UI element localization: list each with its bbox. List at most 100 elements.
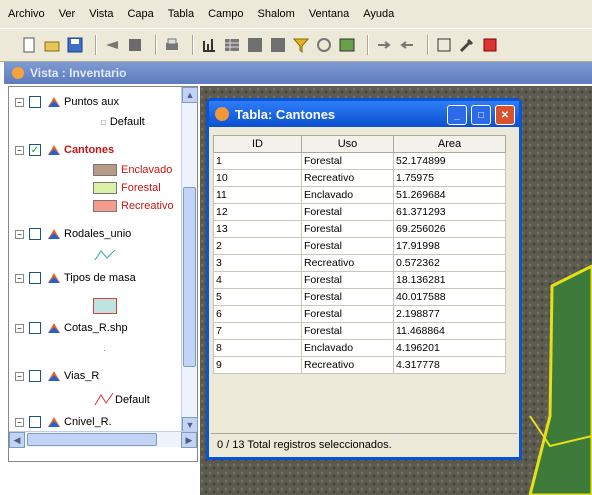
table-row[interactable]: 11 Enclavado 51.269684 bbox=[213, 186, 506, 204]
expand-toggle[interactable]: − bbox=[15, 229, 24, 239]
cell-area[interactable]: 52.174899 bbox=[393, 152, 506, 170]
layer-visibility-checkbox[interactable] bbox=[29, 272, 41, 284]
menu-ver[interactable]: Ver bbox=[59, 8, 76, 20]
cell-area[interactable]: 69.256026 bbox=[393, 220, 506, 238]
cell-area[interactable]: 51.269684 bbox=[393, 186, 506, 204]
cell-id[interactable]: 5 bbox=[213, 288, 302, 306]
layer-icon[interactable] bbox=[126, 36, 144, 54]
cell-uso[interactable]: Forestal bbox=[301, 237, 394, 255]
tools-icon[interactable] bbox=[458, 36, 476, 54]
table-row[interactable]: 10 Recreativo 1.75975 bbox=[213, 169, 506, 187]
expand-toggle[interactable]: − bbox=[15, 323, 24, 333]
layer-visibility-checkbox[interactable] bbox=[29, 228, 41, 240]
scroll-thumb[interactable] bbox=[183, 187, 196, 367]
cell-uso[interactable]: Forestal bbox=[301, 152, 394, 170]
table-row[interactable]: 2 Forestal 17.91998 bbox=[213, 237, 506, 255]
cell-uso[interactable]: Recreativo bbox=[301, 169, 394, 187]
layer-row-cnivel[interactable]: − Cnivel_R. bbox=[15, 413, 112, 431]
cell-area[interactable]: 4.317778 bbox=[393, 356, 506, 374]
horizontal-scrollbar[interactable]: ◀ ▶ bbox=[9, 431, 197, 448]
column-header-area[interactable]: Area bbox=[393, 135, 506, 153]
cell-uso[interactable]: Enclavado bbox=[301, 339, 394, 357]
cell-uso[interactable]: Recreativo bbox=[301, 356, 394, 374]
menu-capa[interactable]: Capa bbox=[127, 8, 153, 20]
layer-row-puntos-aux[interactable]: − Puntos aux bbox=[15, 93, 119, 111]
expand-toggle[interactable]: − bbox=[15, 417, 24, 427]
new-file-icon[interactable] bbox=[20, 36, 38, 54]
cell-id[interactable]: 8 bbox=[213, 339, 302, 357]
layer-visibility-checkbox[interactable] bbox=[29, 96, 41, 108]
cell-id[interactable]: 2 bbox=[213, 237, 302, 255]
table-row[interactable]: 3 Recreativo 0.572362 bbox=[213, 254, 506, 272]
layer-row-tipos-de-masa[interactable]: − Tipos de masa bbox=[15, 269, 136, 287]
menu-shalom[interactable]: Shalom bbox=[258, 8, 295, 20]
expand-toggle[interactable]: − bbox=[15, 273, 24, 283]
grid-icon[interactable] bbox=[246, 36, 264, 54]
maximize-button[interactable]: □ bbox=[471, 105, 491, 125]
chart-icon[interactable] bbox=[200, 36, 218, 54]
table-row[interactable]: 4 Forestal 18.136281 bbox=[213, 271, 506, 289]
table-row[interactable]: 5 Forestal 40.017588 bbox=[213, 288, 506, 306]
layer-row-cantones[interactable]: − ✓ Cantones bbox=[15, 141, 114, 159]
cell-area[interactable]: 61.371293 bbox=[393, 203, 506, 221]
cell-area[interactable]: 4.196201 bbox=[393, 339, 506, 357]
cell-area[interactable]: 0.572362 bbox=[393, 254, 506, 272]
cell-id[interactable]: 10 bbox=[213, 169, 302, 187]
layer-visibility-checkbox[interactable] bbox=[29, 370, 41, 382]
table-icon[interactable] bbox=[223, 36, 241, 54]
cell-uso[interactable]: Forestal bbox=[301, 271, 394, 289]
layer-row-vias[interactable]: − Vias_R bbox=[15, 367, 99, 385]
menu-archivo[interactable]: Archivo bbox=[8, 8, 45, 20]
table-row[interactable]: 9 Recreativo 4.317778 bbox=[213, 356, 506, 374]
menu-vista[interactable]: Vista bbox=[89, 8, 113, 20]
table-row[interactable]: 8 Enclavado 4.196201 bbox=[213, 339, 506, 357]
print-icon[interactable] bbox=[163, 36, 181, 54]
table-row[interactable]: 1 Forestal 52.174899 bbox=[213, 152, 506, 170]
close-button[interactable]: ✕ bbox=[495, 105, 515, 125]
column-header-id[interactable]: ID bbox=[213, 135, 302, 153]
image-icon[interactable] bbox=[338, 36, 356, 54]
expand-toggle[interactable]: − bbox=[15, 145, 24, 155]
cell-uso[interactable]: Forestal bbox=[301, 322, 394, 340]
cell-uso[interactable]: Enclavado bbox=[301, 186, 394, 204]
arrow-left-icon[interactable] bbox=[398, 36, 416, 54]
menu-ayuda[interactable]: Ayuda bbox=[363, 8, 394, 20]
table-row[interactable]: 6 Forestal 2.198877 bbox=[213, 305, 506, 323]
menu-campo[interactable]: Campo bbox=[208, 8, 243, 20]
cell-area[interactable]: 1.75975 bbox=[393, 169, 506, 187]
scroll-thumb-h[interactable] bbox=[27, 433, 157, 446]
cell-uso[interactable]: Recreativo bbox=[301, 254, 394, 272]
table-row[interactable]: 12 Forestal 61.371293 bbox=[213, 203, 506, 221]
save-icon[interactable] bbox=[66, 36, 84, 54]
scroll-up-button[interactable]: ▲ bbox=[182, 87, 198, 103]
cell-id[interactable]: 11 bbox=[213, 186, 302, 204]
select-icon[interactable] bbox=[435, 36, 453, 54]
scroll-left-button[interactable]: ◀ bbox=[9, 432, 25, 448]
arrow-right-icon[interactable] bbox=[375, 36, 393, 54]
layer-visibility-checkbox[interactable]: ✓ bbox=[29, 144, 41, 156]
cell-id[interactable]: 6 bbox=[213, 305, 302, 323]
minimize-button[interactable]: _ bbox=[447, 105, 467, 125]
cell-id[interactable]: 1 bbox=[213, 152, 302, 170]
cell-uso[interactable]: Forestal bbox=[301, 288, 394, 306]
column-header-uso[interactable]: Uso bbox=[301, 135, 394, 153]
cell-uso[interactable]: Forestal bbox=[301, 220, 394, 238]
layer-row-cotas[interactable]: − Cotas_R.shp bbox=[15, 319, 128, 337]
grid-icon-2[interactable] bbox=[269, 36, 287, 54]
filter-icon[interactable] bbox=[292, 36, 310, 54]
menu-ventana[interactable]: Ventana bbox=[309, 8, 349, 20]
cell-uso[interactable]: Forestal bbox=[301, 203, 394, 221]
cell-id[interactable]: 13 bbox=[213, 220, 302, 238]
expand-toggle[interactable]: − bbox=[15, 97, 24, 107]
layer-visibility-checkbox[interactable] bbox=[29, 416, 41, 428]
link-icon[interactable] bbox=[315, 36, 333, 54]
vertical-scrollbar[interactable]: ▲ ▼ bbox=[181, 87, 198, 433]
view-title-bar[interactable]: Vista : Inventario bbox=[4, 62, 592, 84]
table-row[interactable]: 13 Forestal 69.256026 bbox=[213, 220, 506, 238]
expand-toggle[interactable]: − bbox=[15, 371, 24, 381]
cell-id[interactable]: 4 bbox=[213, 271, 302, 289]
layer-visibility-checkbox[interactable] bbox=[29, 322, 41, 334]
cell-id[interactable]: 7 bbox=[213, 322, 302, 340]
cell-area[interactable]: 2.198877 bbox=[393, 305, 506, 323]
cell-area[interactable]: 17.91998 bbox=[393, 237, 506, 255]
